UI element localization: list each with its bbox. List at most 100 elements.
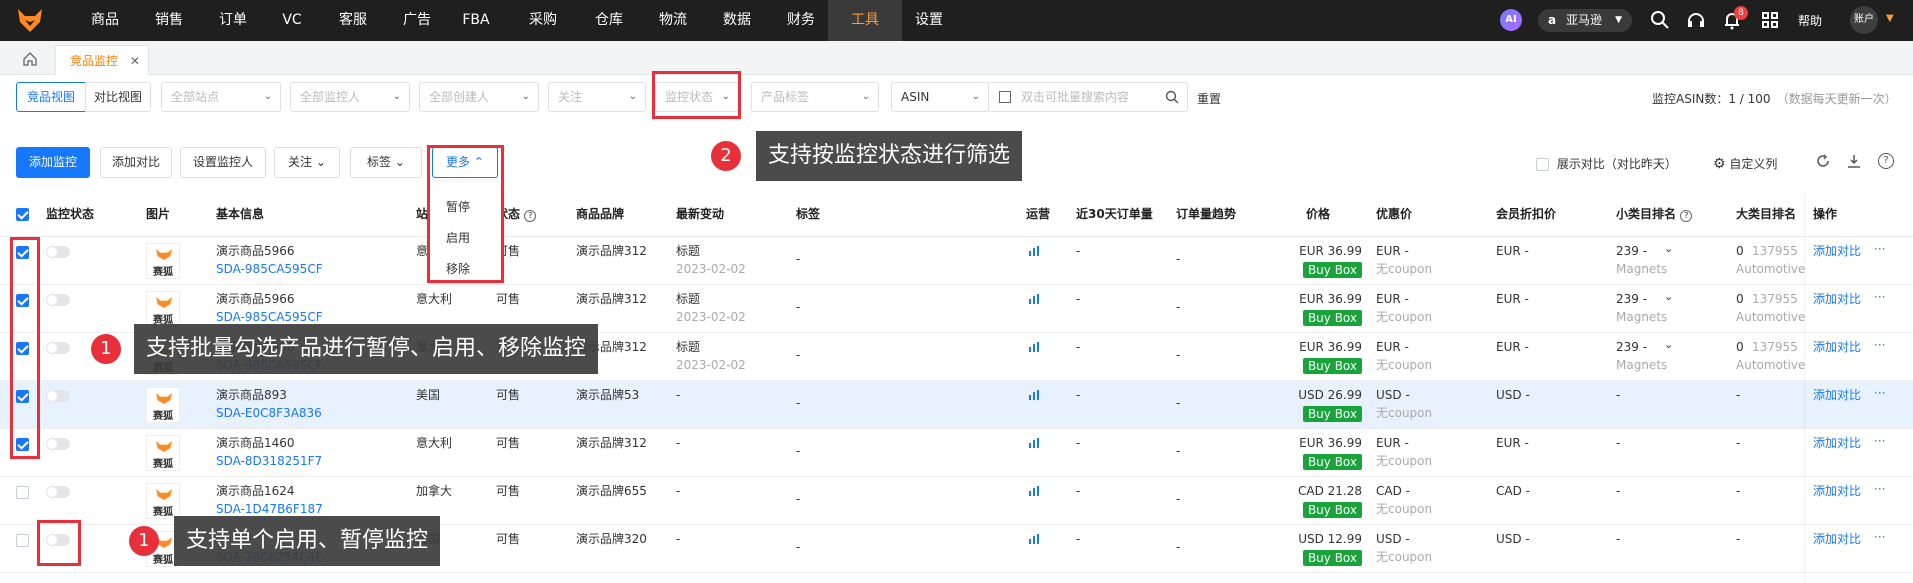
nav-item-7[interactable]: 采购 — [518, 0, 568, 41]
nav-item-0[interactable]: 商品 — [80, 0, 130, 41]
more-actions-button[interactable]: ··· — [1874, 480, 1885, 498]
add-compare-link[interactable]: 添加对比 — [1813, 290, 1861, 308]
download-icon[interactable] — [1846, 153, 1862, 169]
product-tag-select[interactable]: 产品标签 ⌄ — [751, 82, 879, 112]
monitor-person-select[interactable]: 全部监控人 ⌄ — [290, 82, 410, 112]
nav-item-6[interactable]: FBA — [454, 0, 498, 41]
product-thumbnail[interactable]: 赛狐 — [146, 435, 180, 471]
nav-item-1[interactable]: 销售 — [144, 0, 194, 41]
nav-item-2[interactable]: 订单 — [208, 0, 258, 41]
bar-chart-icon[interactable] — [1028, 437, 1040, 449]
more-actions-button[interactable]: ··· — [1874, 384, 1885, 402]
search-icon[interactable] — [1650, 10, 1670, 30]
more-actions-button[interactable]: ··· — [1874, 336, 1885, 354]
bar-chart-icon[interactable] — [1028, 389, 1040, 401]
nav-item-4[interactable]: 客服 — [328, 0, 378, 41]
chevron-down-icon[interactable]: ⌄ — [1664, 290, 1673, 303]
nav-item-8[interactable]: 仓库 — [584, 0, 634, 41]
help-circle-icon[interactable]: ? — [1878, 153, 1894, 169]
chevron-down-icon[interactable]: ⌄ — [1664, 242, 1673, 255]
bar-chart-icon[interactable] — [1028, 341, 1040, 353]
tag-dropdown-button[interactable]: 标签 ⌄ — [350, 147, 422, 178]
coupon-value: 无coupon — [1376, 550, 1433, 564]
creator-select[interactable]: 全部创建人 ⌄ — [419, 82, 539, 112]
add-compare-link[interactable]: 添加对比 — [1813, 482, 1861, 500]
add-monitor-button[interactable]: 添加监控 — [16, 147, 90, 178]
reset-button[interactable]: 重置 — [1197, 90, 1221, 107]
custom-columns-button[interactable]: ⚙ 自定义列 — [1713, 155, 1777, 172]
search-input[interactable]: 双击可批量搜索内容 — [988, 82, 1188, 112]
tag-value: - — [796, 348, 801, 362]
more-actions-button[interactable]: ··· — [1874, 288, 1885, 306]
monitor-status-switch[interactable] — [46, 438, 70, 450]
product-thumbnail[interactable]: 赛狐 — [146, 483, 180, 519]
tab-competitor-monitor[interactable]: 竞品监控 ✕ — [55, 45, 149, 75]
product-thumbnail[interactable]: 赛狐 — [146, 243, 180, 279]
bar-chart-icon[interactable] — [1028, 533, 1040, 545]
select-all-checkbox[interactable] — [16, 208, 29, 221]
row-checkbox[interactable] — [16, 486, 29, 499]
product-sku[interactable]: SDA-E0C8F3A836 — [216, 404, 322, 422]
chevron-down-icon[interactable]: ⌄ — [1664, 338, 1673, 351]
refresh-icon[interactable] — [1815, 153, 1831, 169]
search-icon[interactable] — [1165, 90, 1179, 104]
nav-item-12[interactable]: 工具 — [828, 0, 902, 41]
add-compare-button[interactable]: 添加对比 — [100, 147, 172, 178]
ai-icon[interactable]: AI — [1500, 9, 1522, 31]
monitor-status-switch[interactable] — [46, 246, 70, 258]
add-compare-link[interactable]: 添加对比 — [1813, 338, 1861, 356]
row-checkbox[interactable] — [16, 534, 29, 547]
nav-item-10[interactable]: 数据 — [712, 0, 762, 41]
chevron-down-icon: ⌄ — [315, 155, 326, 169]
table-row[interactable]: 赛狐 演示商品893 SDA-E0C8F3A836 美国 可售 演示品牌53 - - - - US… — [0, 381, 1913, 429]
table-row[interactable]: 赛狐 演示商品1460 SDA-8D318251F7 意大利 可售 演示品牌312 - - -… — [0, 429, 1913, 477]
view-compare-button[interactable]: 对比视图 — [85, 82, 151, 112]
set-monitor-person-button[interactable]: 设置监控人 — [180, 147, 266, 178]
bar-chart-icon[interactable] — [1028, 245, 1040, 257]
close-icon[interactable]: ✕ — [130, 54, 140, 68]
search-type-select[interactable]: ASIN ⌄ — [891, 82, 989, 112]
nav-item-13[interactable]: 设置 — [904, 0, 954, 41]
monitor-status-switch[interactable] — [46, 294, 70, 306]
more-actions-button[interactable]: ··· — [1874, 240, 1885, 258]
follow-dropdown-button[interactable]: 关注 ⌄ — [274, 147, 340, 178]
marketplace-selector[interactable]: a 亚马逊 ▼ — [1538, 9, 1632, 32]
show-compare-toggle[interactable]: 展示对比（对比昨天） — [1536, 155, 1677, 172]
orders30-value: - — [1076, 244, 1081, 258]
batch-search-icon[interactable] — [999, 91, 1011, 103]
chevron-down-icon[interactable]: ▼ — [1886, 13, 1894, 24]
monitor-status-switch[interactable] — [46, 390, 70, 402]
product-thumbnail[interactable]: 赛狐 — [146, 387, 180, 423]
nav-item-3[interactable]: VC — [272, 0, 312, 41]
nav-item-9[interactable]: 物流 — [648, 0, 698, 41]
site-select[interactable]: 全部站点 ⌄ — [161, 82, 281, 112]
monitor-status-switch[interactable] — [46, 486, 70, 498]
product-sku[interactable]: SDA-985CA595CF — [216, 260, 323, 278]
add-compare-link[interactable]: 添加对比 — [1813, 386, 1861, 404]
show-compare-checkbox[interactable] — [1536, 158, 1549, 171]
product-sku[interactable]: SDA-8D318251F7 — [216, 452, 322, 470]
fox-logo-icon[interactable] — [16, 6, 44, 34]
add-compare-link[interactable]: 添加对比 — [1813, 530, 1861, 548]
status-filter-highlight — [652, 71, 741, 119]
add-compare-link[interactable]: 添加对比 — [1813, 242, 1861, 260]
view-product-button[interactable]: 竞品视图 — [16, 82, 86, 112]
grid-apps-icon[interactable] — [1760, 10, 1780, 30]
product-name: 演示商品5966 — [216, 244, 295, 258]
table-row[interactable]: 赛狐 演示商品5966SDA-985CA595CF意大利可售演示品牌312标题2… — [0, 237, 1913, 285]
home-icon[interactable] — [22, 51, 38, 67]
bar-chart-icon[interactable] — [1028, 485, 1040, 497]
product-thumbnail[interactable]: 赛狐 — [146, 291, 180, 327]
help-link[interactable]: 帮助 — [1798, 12, 1822, 29]
headset-icon[interactable] — [1686, 10, 1706, 30]
more-actions-button[interactable]: ··· — [1874, 432, 1885, 450]
nav-item-5[interactable]: 广告 — [392, 0, 442, 41]
user-avatar[interactable]: 账户 — [1850, 6, 1878, 34]
add-compare-link[interactable]: 添加对比 — [1813, 434, 1861, 452]
monitor-status-switch[interactable] — [46, 342, 70, 354]
main-rank-category: Automotive — [1736, 358, 1806, 372]
follow-select[interactable]: 关注 ⌄ — [548, 82, 646, 112]
bar-chart-icon[interactable] — [1028, 293, 1040, 305]
more-actions-button[interactable]: ··· — [1874, 528, 1885, 546]
nav-item-11[interactable]: 财务 — [776, 0, 826, 41]
